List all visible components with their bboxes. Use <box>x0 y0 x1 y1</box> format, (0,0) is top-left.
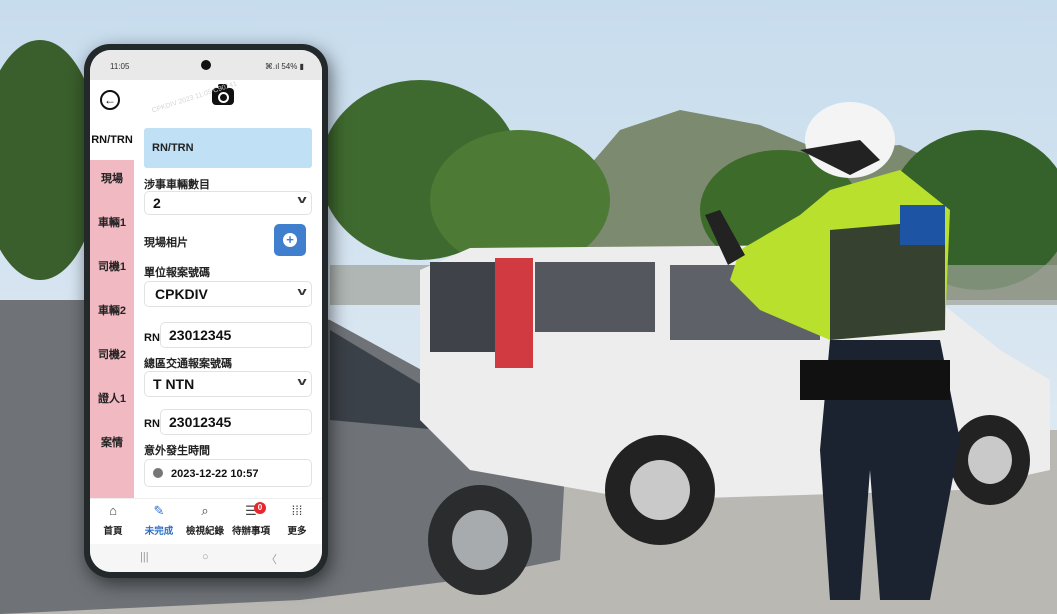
tab-more[interactable]: ⁞⁞⁞ 更多 <box>274 503 320 537</box>
vehicles-count-select[interactable]: 2 v <box>144 191 312 215</box>
section-nav: RN/TRN 現場 車輛1 司機1 車輛2 司機2 證人1 案情 <box>90 120 134 498</box>
plus-icon: + <box>283 233 297 247</box>
bottom-nav: ⌂ 首頁 ✎ 未完成 ⌕ 檢視紀錄 ☰ 0 待辦事項 ⁞⁞⁞ 更多 <box>90 498 322 545</box>
back-button[interactable]: 〈 <box>266 551 277 567</box>
tab-todo-label: 待辦事項 <box>231 526 270 537</box>
rn2-input[interactable]: 23012345 <box>160 409 312 435</box>
chevron-down-icon: v <box>297 286 307 298</box>
chevron-down-icon: v <box>297 194 307 206</box>
home-icon: ⌂ <box>109 503 117 518</box>
district-report-label: 總區交通報案號碼 <box>144 358 232 370</box>
rn2-prefix: RN <box>144 418 160 430</box>
chevron-down-icon: v <box>297 376 307 388</box>
nav-item-driver-2[interactable]: 司機2 <box>90 346 134 362</box>
unit-report-select[interactable]: CPKDIV v <box>144 281 312 307</box>
nav-item-driver-1[interactable]: 司機1 <box>90 258 134 274</box>
clock-icon <box>153 468 163 478</box>
search-record-icon: ⌕ <box>201 503 209 518</box>
tab-incomplete[interactable]: ✎ 未完成 <box>136 503 182 537</box>
phone-device: 11:05 ⌘.ıl 54% ▮ ← CPKDIV 2023 11:05 C90… <box>84 44 328 578</box>
nav-item-vehicle-2[interactable]: 車輛2 <box>90 302 134 318</box>
phone-screen: 11:05 ⌘.ıl 54% ▮ ← CPKDIV 2023 11:05 C90… <box>90 50 322 572</box>
nav-item-rn-trn[interactable]: RN/TRN <box>90 120 134 160</box>
vehicles-count-value: 2 <box>153 195 161 211</box>
unit-report-value: CPKDIV <box>155 286 208 302</box>
todo-icon: ☰ <box>245 503 257 518</box>
status-system-icons: ⌘.ıl 54% ▮ <box>264 62 304 71</box>
accident-time-value: 2023-12-22 10:57 <box>171 468 259 480</box>
home-button[interactable]: ○ <box>202 551 209 563</box>
district-report-select[interactable]: T NTN v <box>144 371 312 397</box>
tab-view-records[interactable]: ⌕ 檢視紀錄 <box>182 503 228 537</box>
todo-count-badge: 0 <box>254 502 266 514</box>
section-title: RN/TRN <box>144 128 312 168</box>
rn-input[interactable]: 23012345 <box>160 322 312 348</box>
report-form: RN/TRN 涉事車輛數目 2 v 現場相片 + 單位報案號碼 CPKDIV v… <box>134 120 322 498</box>
unit-report-label: 單位報案號碼 <box>144 267 210 279</box>
tab-more-label: 更多 <box>287 526 307 537</box>
edit-icon: ✎ <box>153 503 165 518</box>
scene-photos-label: 現場相片 <box>144 237 188 249</box>
nav-item-scene[interactable]: 現場 <box>90 170 134 186</box>
rn-prefix: RN <box>144 332 160 344</box>
tab-todo[interactable]: ☰ 0 待辦事項 <box>228 502 274 537</box>
tab-home-label: 首頁 <box>103 526 123 537</box>
vehicles-count-label: 涉事車輛數目 <box>144 179 210 191</box>
nav-item-witness-1[interactable]: 證人1 <box>90 390 134 406</box>
nav-item-vehicle-1[interactable]: 車輛1 <box>90 214 134 230</box>
accident-time-label: 意外發生時間 <box>144 445 210 457</box>
app-top-bar: ← CPKDIV 2023 11:05 C90141 <box>90 80 322 120</box>
accident-time-input[interactable]: 2023-12-22 10:57 <box>144 459 312 487</box>
tab-view-records-label: 檢視紀錄 <box>185 526 224 537</box>
back-arrow-icon[interactable]: ← <box>100 90 120 110</box>
system-nav-bar: ||| ○ 〈 <box>90 544 322 572</box>
grid-icon: ⁞⁞⁞ <box>291 503 303 518</box>
nav-item-case-details[interactable]: 案情 <box>90 434 134 450</box>
rn2-value: 23012345 <box>169 414 232 430</box>
camera-notch <box>201 60 211 70</box>
tab-incomplete-label: 未完成 <box>144 526 174 537</box>
status-time: 11:05 <box>110 62 130 71</box>
add-photo-button[interactable]: + <box>274 224 306 256</box>
tab-home[interactable]: ⌂ 首頁 <box>90 503 136 537</box>
status-bar: 11:05 ⌘.ıl 54% ▮ <box>90 50 322 80</box>
rn-value: 23012345 <box>169 327 232 343</box>
recent-apps-button[interactable]: ||| <box>140 551 149 563</box>
district-report-value: T NTN <box>153 376 195 392</box>
